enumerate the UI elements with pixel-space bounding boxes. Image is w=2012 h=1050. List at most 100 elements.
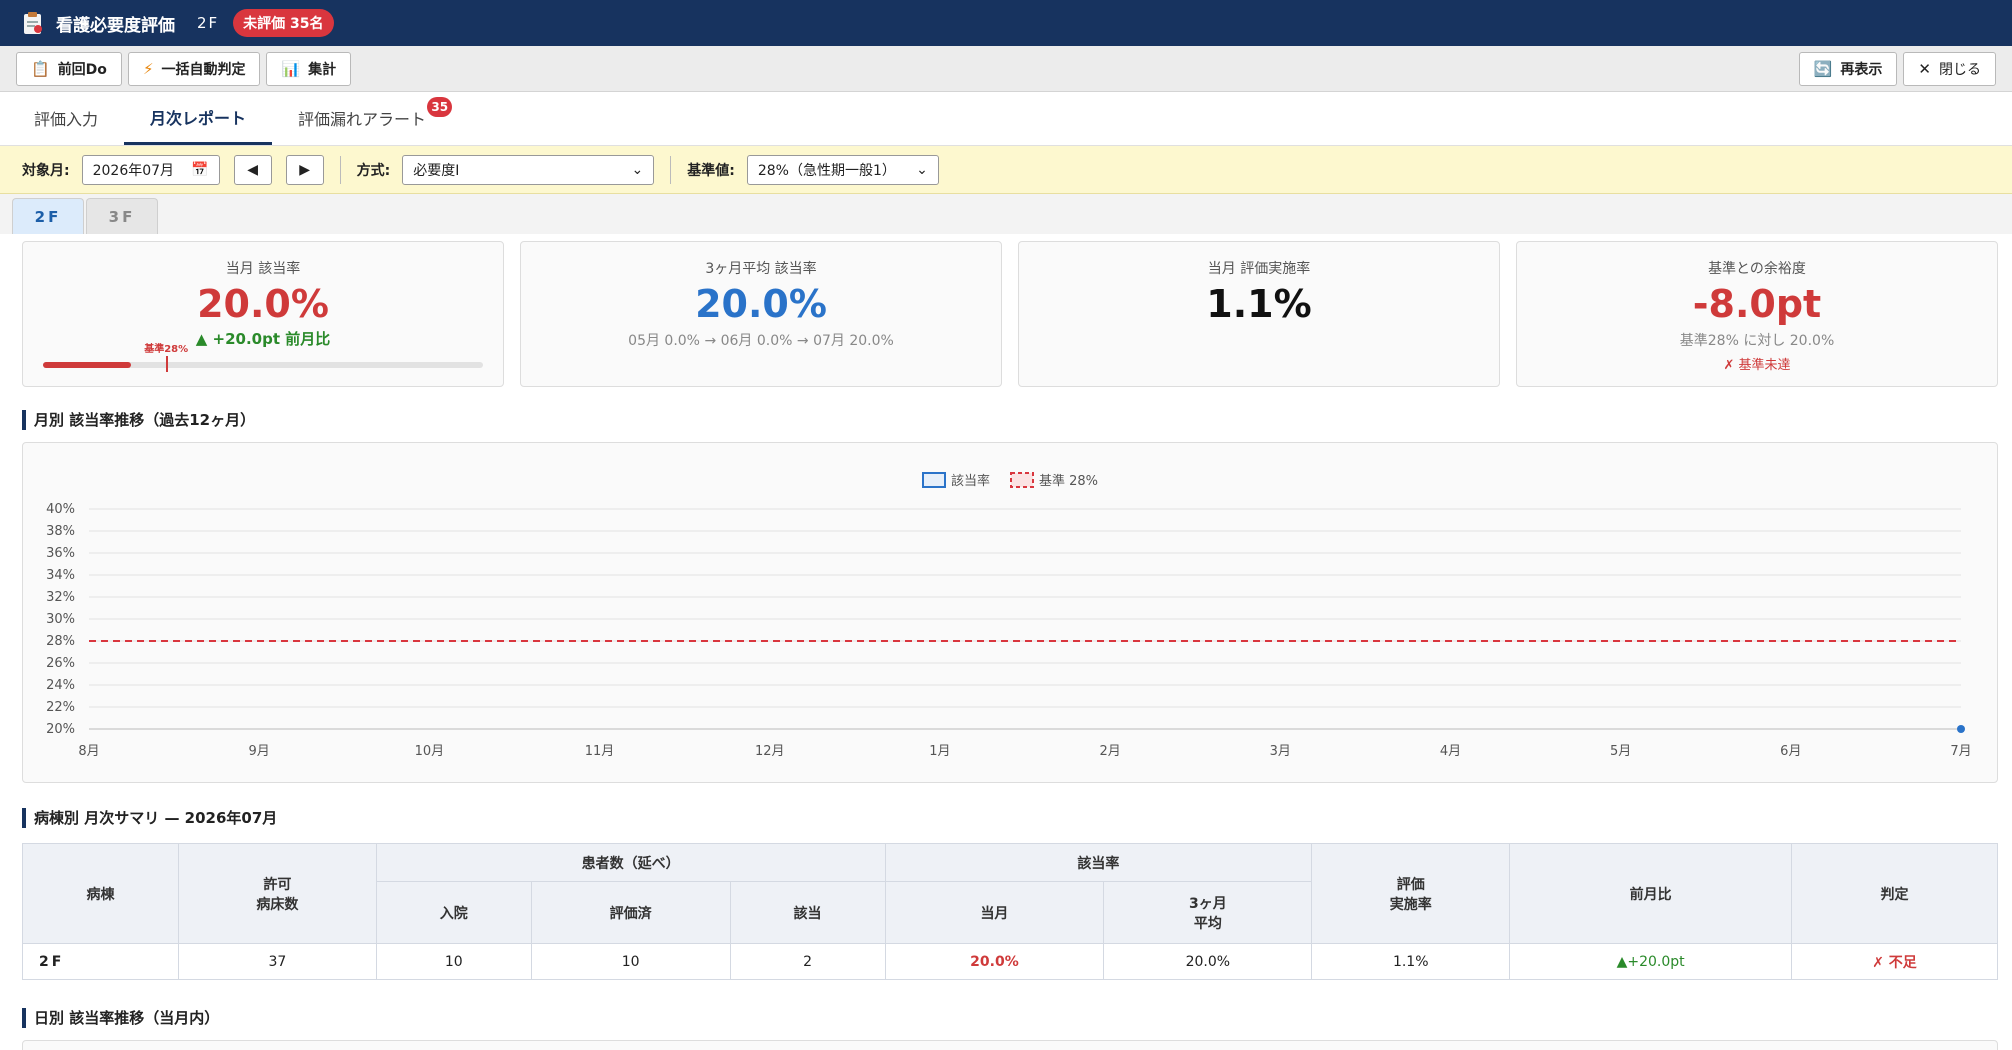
tab-label: 評価漏れアラート (298, 110, 427, 129)
th-patients: 患者数（延べ） (375, 843, 886, 882)
cell-mom: ▲+20.0pt (1509, 943, 1793, 980)
triangle-right-icon: ▶ (299, 161, 310, 178)
th-avg3: 3ヶ月平均 (1103, 881, 1313, 944)
method-value: 必要度Ⅰ (413, 162, 460, 179)
tab-evaluation-input[interactable]: 評価入力 (8, 91, 124, 145)
rate-progress-bar: 基準28% (43, 344, 483, 372)
auto-judge-label: 一括自動判定 (161, 61, 246, 78)
th-current: 当月 (884, 881, 1105, 944)
ward-tab-3f[interactable]: 3F (86, 198, 158, 234)
x-tick-label: 6月 (1780, 744, 1801, 759)
kpi-cards: 当月 該当率 20.0% ▲ +20.0pt 前月比 基準28% 3ヶ月平均 該… (22, 241, 1998, 387)
kpi-value: -8.0pt (1692, 282, 1822, 326)
th-avg3-line1: 3ヶ月 (1188, 895, 1227, 912)
aggregate-button[interactable]: 📊 集計 (266, 51, 352, 86)
bar-chart-icon: 📊 (281, 59, 301, 78)
kpi-label: 基準との余裕度 (1708, 261, 1806, 277)
ward-tabs: 2F 3F (0, 194, 2012, 234)
standard-label: 基準値: (687, 162, 735, 179)
y-tick-label: 38% (46, 524, 75, 539)
th-avg3-line2: 平均 (1193, 915, 1222, 932)
y-tick-label: 24% (46, 678, 75, 693)
close-icon: ✕ (1918, 59, 1931, 78)
aggregate-label: 集計 (308, 61, 337, 78)
x-tick-label: 12月 (755, 744, 785, 759)
th-beds: 許可 病床数 (177, 843, 377, 944)
method-select[interactable]: 必要度Ⅰ ⌄ (402, 154, 655, 185)
kpi-label: 当月 該当率 (225, 261, 301, 277)
y-tick-label: 28% (46, 634, 75, 649)
cell-avg3: 20.0% (1103, 943, 1313, 980)
cell-admit: 10 (375, 943, 532, 980)
x-tick-label: 7月 (1950, 744, 1971, 759)
section-title-trend: 月別 該当率推移（過去12ヶ月） (22, 410, 255, 430)
kpi-verdict: ✗ 基準未達 (1723, 358, 1791, 373)
month-value: 2026年07月 (92, 162, 175, 179)
toolbar: 📋 前回Do ⚡ 一括自動判定 📊 集計 🔄 再表示 ✕ 閉じる (0, 46, 2012, 92)
x-tick-label: 10月 (415, 744, 445, 759)
calendar-icon: 📅 (191, 161, 209, 178)
legend-swatch-standard (1010, 472, 1034, 488)
standard-marker-label: 基準28% (144, 344, 189, 355)
filter-bar: 対象月: 2026年07月 📅 ◀ ▶ 方式: 必要度Ⅰ ⌄ 基準値: 28%（… (0, 146, 2012, 194)
x-tick-label: 3月 (1270, 744, 1291, 759)
prev-do-label: 前回Do (57, 61, 107, 78)
legend-swatch-rate (922, 472, 946, 488)
clipboard-icon (24, 12, 42, 34)
next-month-button[interactable]: ▶ (285, 154, 324, 185)
standard-select[interactable]: 28%（急性期一般1） ⌄ (746, 154, 939, 185)
prev-do-button[interactable]: 📋 前回Do (16, 51, 122, 86)
divider (339, 155, 341, 184)
th-ward: 病棟 (22, 843, 179, 944)
y-tick-label: 26% (46, 656, 75, 671)
trend-chart-svg: 20% 22% 24% 26% 28% 30% 32% 34% 36% 38% 40% 8月 9月 10月… (46, 472, 1972, 759)
refresh-button[interactable]: 🔄 再表示 (1798, 51, 1898, 86)
y-tick-label: 34% (46, 568, 75, 583)
y-tick-label: 36% (46, 546, 75, 561)
x-tick-label: 5月 (1610, 744, 1631, 759)
th-impl-line1: 評価 (1396, 876, 1425, 893)
th-mom: 前月比 (1509, 843, 1793, 944)
th-judge: 判定 (1791, 843, 1998, 944)
y-tick-label: 22% (46, 700, 75, 715)
app-window: 看護必要度評価 2F 未評価 35名 📋 前回Do ⚡ 一括自動判定 📊 集計 … (0, 0, 2012, 1050)
y-tick-label: 30% (46, 612, 75, 627)
x-tick-label: 1月 (929, 744, 950, 759)
th-beds-line1: 許可 (263, 876, 292, 893)
cell-ward: 2F (22, 943, 179, 980)
tab-monthly-report[interactable]: 月次レポート (124, 91, 273, 145)
tab-label: 評価入力 (34, 110, 99, 129)
x-tick-label: 11月 (585, 744, 615, 759)
kpi-trend: 05月 0.0% → 06月 0.0% → 07月 20.0% (628, 333, 894, 349)
kpi-margin: 基準との余裕度 -8.0pt 基準28% に対し 20.0% ✗ 基準未達 (1516, 241, 1998, 387)
title-bar: 看護必要度評価 2F 未評価 35名 (0, 0, 2012, 46)
month-input[interactable]: 2026年07月 📅 (81, 154, 220, 185)
standard-value: 28%（急性期一般1） (757, 162, 896, 179)
kpi-sub: 基準28% に対し 20.0% (1679, 333, 1835, 349)
x-tick-label: 9月 (249, 744, 270, 759)
y-tick-label: 20% (46, 722, 75, 737)
triangle-left-icon: ◀ (247, 161, 258, 178)
data-point (1957, 725, 1965, 733)
th-applicable: 該当 (729, 881, 886, 944)
tab-missing-alert[interactable]: 評価漏れアラート 35 (272, 91, 456, 145)
auto-judge-button[interactable]: ⚡ 一括自動判定 (127, 51, 261, 86)
prev-month-button[interactable]: ◀ (233, 154, 272, 185)
section-title-summary: 病棟別 月次サマリ — 2026年07月 (22, 808, 277, 828)
legend-label-standard: 基準 28% (1039, 473, 1098, 489)
th-impl-line2: 実施率 (1389, 896, 1432, 913)
ward-tab-2f[interactable]: 2F (12, 198, 84, 234)
close-button[interactable]: ✕ 閉じる (1903, 51, 1996, 86)
kpi-label: 当月 評価実施率 (1207, 261, 1311, 277)
table-row[interactable]: 2F 37 10 10 2 20.0% 20.0% 1.1% ▲+20.0pt … (22, 943, 1998, 980)
section-title-daily: 日別 該当率推移（当月内） (22, 1008, 219, 1028)
th-admit: 入院 (375, 881, 532, 944)
x-tick-label: 8月 (78, 744, 99, 759)
th-rate: 該当率 (884, 843, 1313, 882)
th-beds-line2: 病床数 (256, 896, 299, 913)
tab-label: 月次レポート (150, 108, 247, 128)
kpi-label: 3ヶ月平均 該当率 (705, 261, 817, 277)
refresh-label: 再表示 (1840, 61, 1883, 78)
progress-fill (43, 362, 131, 368)
lightning-icon: ⚡ (142, 59, 154, 78)
